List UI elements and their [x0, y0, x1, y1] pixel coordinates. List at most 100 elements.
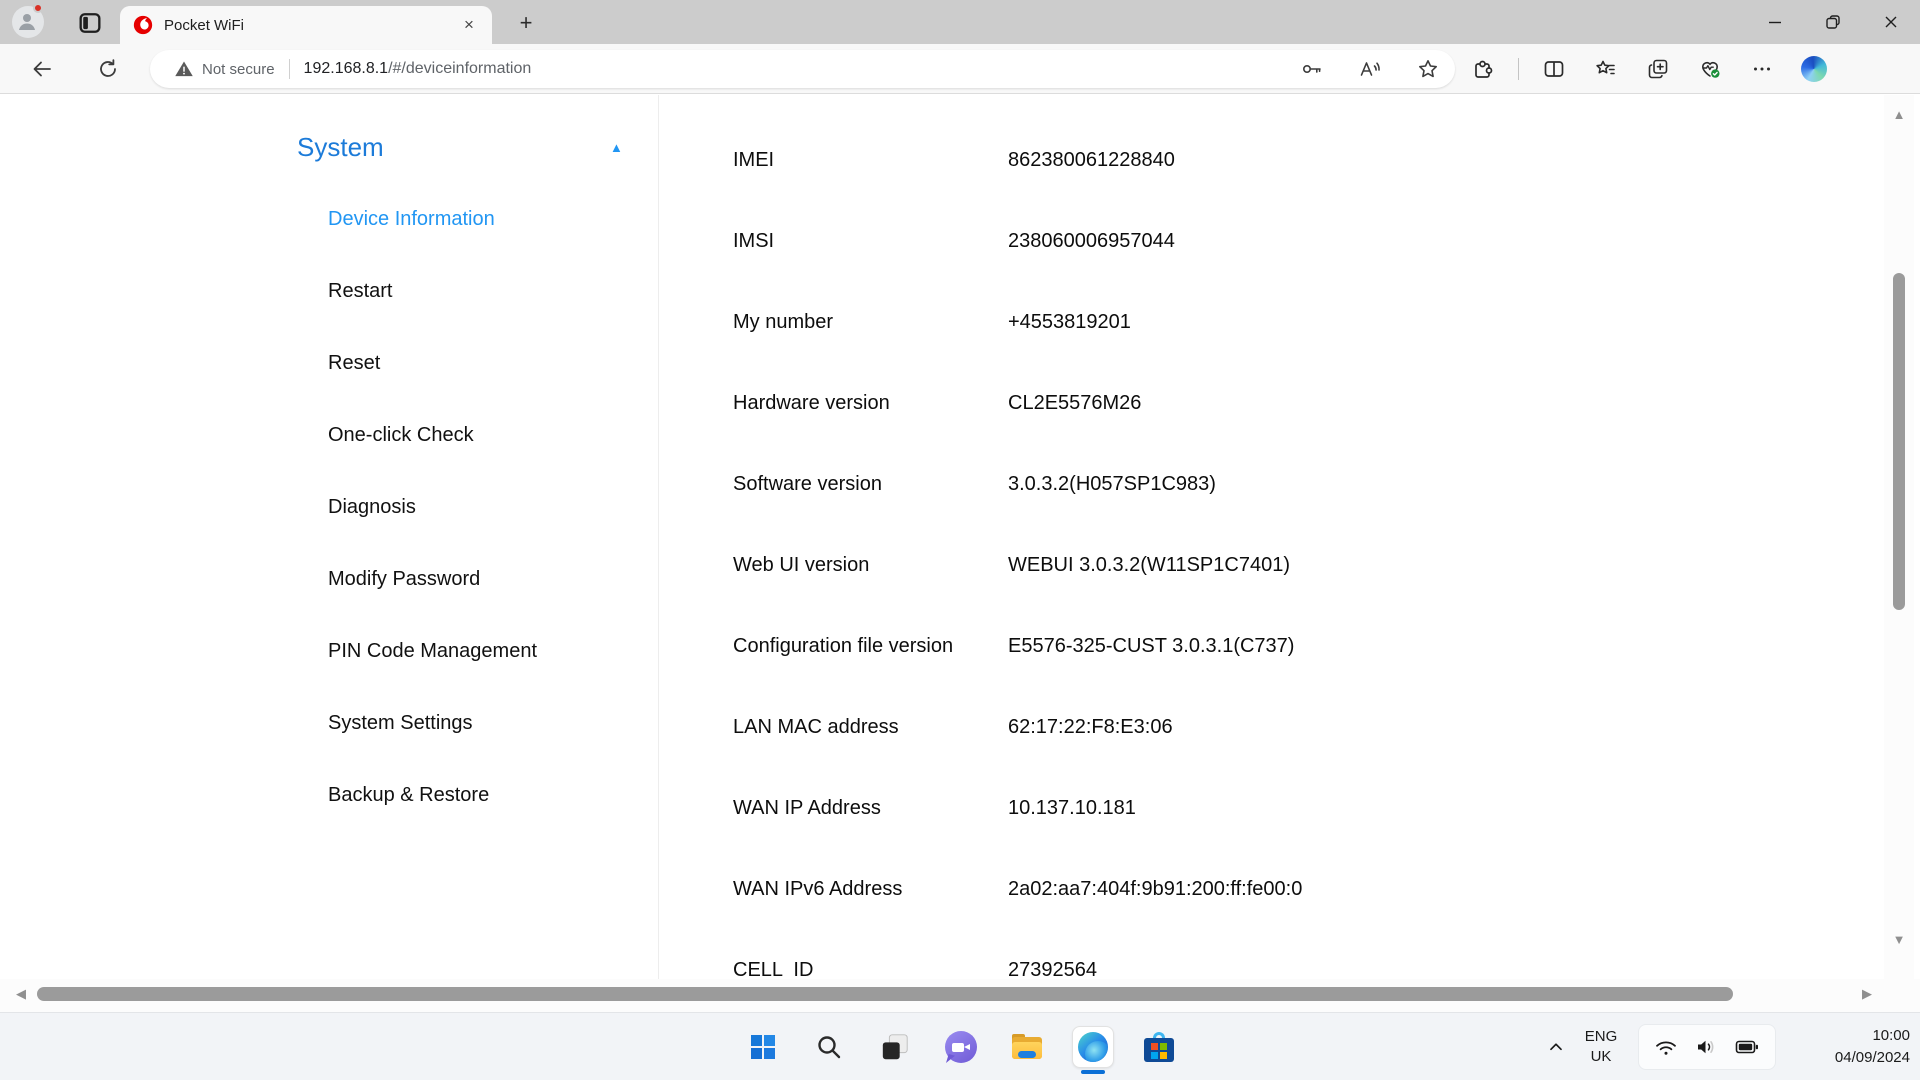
- url-text[interactable]: 192.168.8.1/#/deviceinformation: [304, 60, 532, 78]
- start-button[interactable]: [742, 1026, 784, 1068]
- address-divider: [289, 59, 290, 79]
- refresh-button[interactable]: [92, 53, 124, 85]
- address-bar[interactable]: Not secure 192.168.8.1/#/deviceinformati…: [150, 50, 1455, 88]
- info-row-my-number: My number +4553819201: [733, 282, 1733, 363]
- browser-tab[interactable]: Pocket WiFi ×: [120, 6, 492, 44]
- info-label: My number: [733, 311, 1008, 334]
- info-label: Software version: [733, 473, 1008, 496]
- info-label: IMSI: [733, 230, 1008, 253]
- not-secure-label[interactable]: Not secure: [202, 61, 275, 78]
- copilot-icon[interactable]: [1797, 52, 1831, 86]
- volume-icon: [1693, 1035, 1719, 1059]
- quick-settings[interactable]: [1638, 1024, 1776, 1070]
- sidebar-header-label: System: [297, 132, 384, 163]
- language-line1: ENG: [1574, 1027, 1628, 1047]
- scroll-left-arrow-icon[interactable]: ◀: [16, 986, 26, 1002]
- vodafone-favicon: [132, 14, 154, 36]
- info-row-configuration-file-version: Configuration file version E5576-325-CUS…: [733, 606, 1733, 687]
- info-row-software-version: Software version 3.0.3.2(H057SP1C983): [733, 444, 1733, 525]
- collections-icon[interactable]: [1641, 52, 1675, 86]
- clock-date: 04/09/2024: [1782, 1047, 1910, 1069]
- not-secure-warning-icon: [174, 59, 194, 79]
- info-label: IMEI: [733, 149, 1008, 172]
- browser-toolbar: Not secure 192.168.8.1/#/deviceinformati…: [0, 44, 1920, 94]
- tab-title: Pocket WiFi: [164, 17, 458, 34]
- chat-teams-icon[interactable]: [940, 1026, 982, 1068]
- system-sidebar: System ▲ Device Information Restart Rese…: [280, 95, 659, 979]
- info-value: WEBUI 3.0.3.2(W11SP1C7401): [1008, 554, 1290, 577]
- read-aloud-icon[interactable]: [1357, 56, 1383, 82]
- scroll-down-arrow-icon[interactable]: ▼: [1884, 932, 1914, 947]
- sidebar-item-pin-code-management[interactable]: PIN Code Management: [280, 615, 658, 687]
- sidebar-item-device-information[interactable]: Device Information: [280, 183, 658, 255]
- address-bar-actions: [1299, 50, 1441, 88]
- horizontal-scrollbar[interactable]: ◀ ▶: [0, 979, 1920, 1012]
- url-domain: 192.168.8.1: [304, 60, 389, 77]
- taskbar-clock[interactable]: 10:00 04/09/2024: [1782, 1025, 1910, 1069]
- favorite-star-icon[interactable]: [1415, 56, 1441, 82]
- info-value: 238060006957044: [1008, 230, 1175, 253]
- sidebar-item-system-settings[interactable]: System Settings: [280, 687, 658, 759]
- sidebar-item-modify-password[interactable]: Modify Password: [280, 543, 658, 615]
- search-icon[interactable]: [808, 1026, 850, 1068]
- info-label: WAN IPv6 Address: [733, 878, 1008, 901]
- windows-taskbar: ENG UK: [0, 1012, 1920, 1080]
- scroll-up-arrow-icon[interactable]: ▲: [1884, 107, 1914, 122]
- info-label: LAN MAC address: [733, 716, 1008, 739]
- info-value: 62:17:22:F8:E3:06: [1008, 716, 1173, 739]
- new-tab-button[interactable]: +: [512, 9, 540, 37]
- toolbar-divider: [1518, 58, 1519, 80]
- sidebar-item-reset[interactable]: Reset: [280, 327, 658, 399]
- sidebar-item-diagnosis[interactable]: Diagnosis: [280, 471, 658, 543]
- toolbar-extensions-area: [1466, 50, 1831, 88]
- info-value: E5576-325-CUST 3.0.3.1(C737): [1008, 635, 1294, 658]
- info-value: CL2E5576M26: [1008, 392, 1141, 415]
- vertical-scrollbar-thumb[interactable]: [1893, 273, 1905, 610]
- vertical-scrollbar[interactable]: ▲ ▼: [1884, 95, 1914, 979]
- language-indicator[interactable]: ENG UK: [1574, 1027, 1628, 1068]
- extensions-icon[interactable]: [1466, 52, 1500, 86]
- horizontal-scrollbar-thumb[interactable]: [37, 987, 1733, 1001]
- edge-taskbar-icon[interactable]: [1072, 1026, 1114, 1068]
- sidebar-item-restart[interactable]: Restart: [280, 255, 658, 327]
- sidebar-item-one-click-check[interactable]: One-click Check: [280, 399, 658, 471]
- info-row-imsi: IMSI 238060006957044: [733, 201, 1733, 282]
- clock-time: 10:00: [1782, 1025, 1910, 1047]
- collapse-arrow-icon[interactable]: ▲: [610, 140, 623, 155]
- info-row-hardware-version: Hardware version CL2E5576M26: [733, 363, 1733, 444]
- close-window-button[interactable]: [1862, 0, 1920, 44]
- info-label: Web UI version: [733, 554, 1008, 577]
- info-row-wan-ip-address: WAN IP Address 10.137.10.181: [733, 768, 1733, 849]
- sidebar-menu: Device Information Restart Reset One-cli…: [280, 183, 658, 831]
- scroll-right-arrow-icon[interactable]: ▶: [1862, 986, 1872, 1002]
- minimize-button[interactable]: [1746, 0, 1804, 44]
- info-row-lan-mac-address: LAN MAC address 62:17:22:F8:E3:06: [733, 687, 1733, 768]
- favorites-icon[interactable]: [1589, 52, 1623, 86]
- sidebar-item-backup-restore[interactable]: Backup & Restore: [280, 759, 658, 831]
- microsoft-store-icon[interactable]: [1138, 1026, 1180, 1068]
- task-view-icon[interactable]: [874, 1026, 916, 1068]
- sidebar-header[interactable]: System ▲: [297, 127, 658, 167]
- info-value: 2a02:aa7:404f:9b91:200:ff:fe00:0: [1008, 878, 1302, 901]
- password-key-icon[interactable]: [1299, 56, 1325, 82]
- info-label: WAN IP Address: [733, 797, 1008, 820]
- info-value: 3.0.3.2(H057SP1C983): [1008, 473, 1216, 496]
- browser-essentials-icon[interactable]: [1693, 52, 1727, 86]
- tab-strip: Pocket WiFi × +: [0, 0, 1920, 44]
- info-value: 862380061228840: [1008, 149, 1175, 172]
- taskbar-app-icons: [742, 1013, 1180, 1080]
- url-path: /#/deviceinformation: [388, 60, 531, 77]
- active-app-indicator: [1081, 1070, 1105, 1074]
- info-label: Configuration file version: [733, 635, 1008, 658]
- info-value: 10.137.10.181: [1008, 797, 1136, 820]
- restore-button[interactable]: [1804, 0, 1862, 44]
- hidden-icons-chevron[interactable]: [1538, 1036, 1574, 1058]
- back-button[interactable]: [26, 53, 58, 85]
- profile-notification-dot: [33, 3, 43, 13]
- split-screen-icon[interactable]: [1537, 52, 1571, 86]
- file-explorer-icon[interactable]: [1006, 1026, 1048, 1068]
- tab-layout-icon[interactable]: [76, 9, 104, 37]
- tab-close-icon[interactable]: ×: [458, 14, 480, 36]
- battery-icon: [1733, 1035, 1761, 1059]
- settings-more-icon[interactable]: [1745, 52, 1779, 86]
